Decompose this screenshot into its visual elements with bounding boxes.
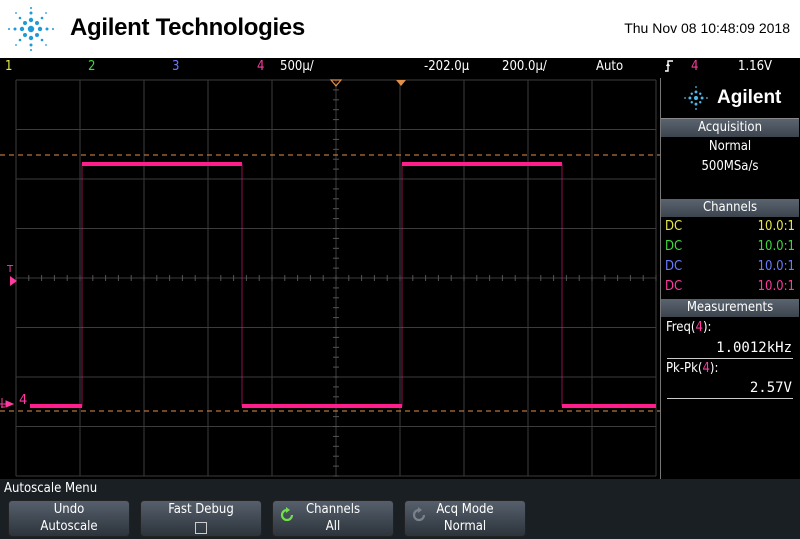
freq-measurement-value: 1.0012kHz	[716, 340, 792, 356]
pkpk-measurement-label: Pk-Pk(4):	[666, 361, 719, 376]
softkey-menu: Autoscale Menu Undo Autoscale Fast Debug…	[0, 479, 800, 539]
channel-3-coupling: DC	[665, 259, 683, 274]
acq-mode-button[interactable]: Acq Mode Normal	[404, 500, 526, 537]
channel-3-probe: 10.0:1	[757, 259, 795, 274]
measurements-heading: Measurements	[661, 299, 799, 317]
acquisition-heading: Acquisition	[661, 119, 799, 137]
horizontal-delay: -202.0µ	[424, 59, 470, 74]
trigger-mode: Auto	[596, 59, 624, 74]
trigger-marker-label: T	[6, 264, 14, 275]
agilent-spark-small-icon	[684, 86, 708, 110]
time-per-division: 200.0µ/	[502, 59, 547, 74]
panel-logo: Agilent	[661, 78, 799, 119]
trigger-source: 4	[691, 59, 699, 74]
panel-logo-text: Agilent	[717, 87, 782, 108]
channel-1-label[interactable]: 1	[5, 59, 12, 74]
header-bar: Agilent Technologies Thu Nov 08 10:48:09…	[0, 0, 800, 58]
channel-2-coupling: DC	[665, 239, 683, 254]
fast-debug-checkbox[interactable]	[195, 522, 207, 534]
rising-edge-icon	[664, 59, 674, 77]
channel-4-probe: 10.0:1	[757, 279, 795, 294]
brand-name: Agilent Technologies	[70, 14, 305, 41]
trigger-level: 1.16V	[738, 59, 773, 74]
channels-heading: Channels	[661, 199, 799, 217]
vertical-scale: 500µ/	[280, 59, 314, 74]
fast-debug-button[interactable]: Fast Debug	[140, 500, 262, 537]
channel-4-coupling: DC	[665, 279, 683, 294]
agilent-spark-logo-icon	[8, 7, 54, 51]
ground-marker-label: 4	[19, 393, 27, 408]
channel-1-probe: 10.0:1	[757, 219, 795, 234]
channel-3-label[interactable]: 3	[172, 59, 179, 74]
status-bar: 1 2 3 4 500µ/ -202.0µ 200.0µ/ Auto 4 1.1…	[0, 58, 800, 78]
menu-title: Autoscale Menu	[4, 481, 98, 496]
pkpk-measurement-value: 2.57V	[749, 380, 792, 396]
waveform-display[interactable]: T4	[0, 78, 660, 478]
channels-button[interactable]: Channels All	[272, 500, 394, 537]
channel-1-coupling: DC	[665, 219, 683, 234]
undo-autoscale-button[interactable]: Undo Autoscale	[8, 500, 130, 537]
acquisition-mode: Normal	[708, 139, 752, 154]
channel-2-probe: 10.0:1	[757, 239, 795, 254]
freq-divider	[667, 358, 793, 359]
pkpk-divider	[667, 398, 793, 399]
info-panel: Agilent Acquisition Normal 500MSa/s Chan…	[660, 78, 800, 479]
channel-4-label[interactable]: 4	[257, 59, 264, 74]
channel-2-label[interactable]: 2	[88, 59, 95, 74]
freq-measurement-label: Freq(4):	[666, 320, 712, 335]
date-time: Thu Nov 08 10:48:09 2018	[624, 20, 790, 36]
sample-rate: 500MSa/s	[701, 159, 759, 174]
